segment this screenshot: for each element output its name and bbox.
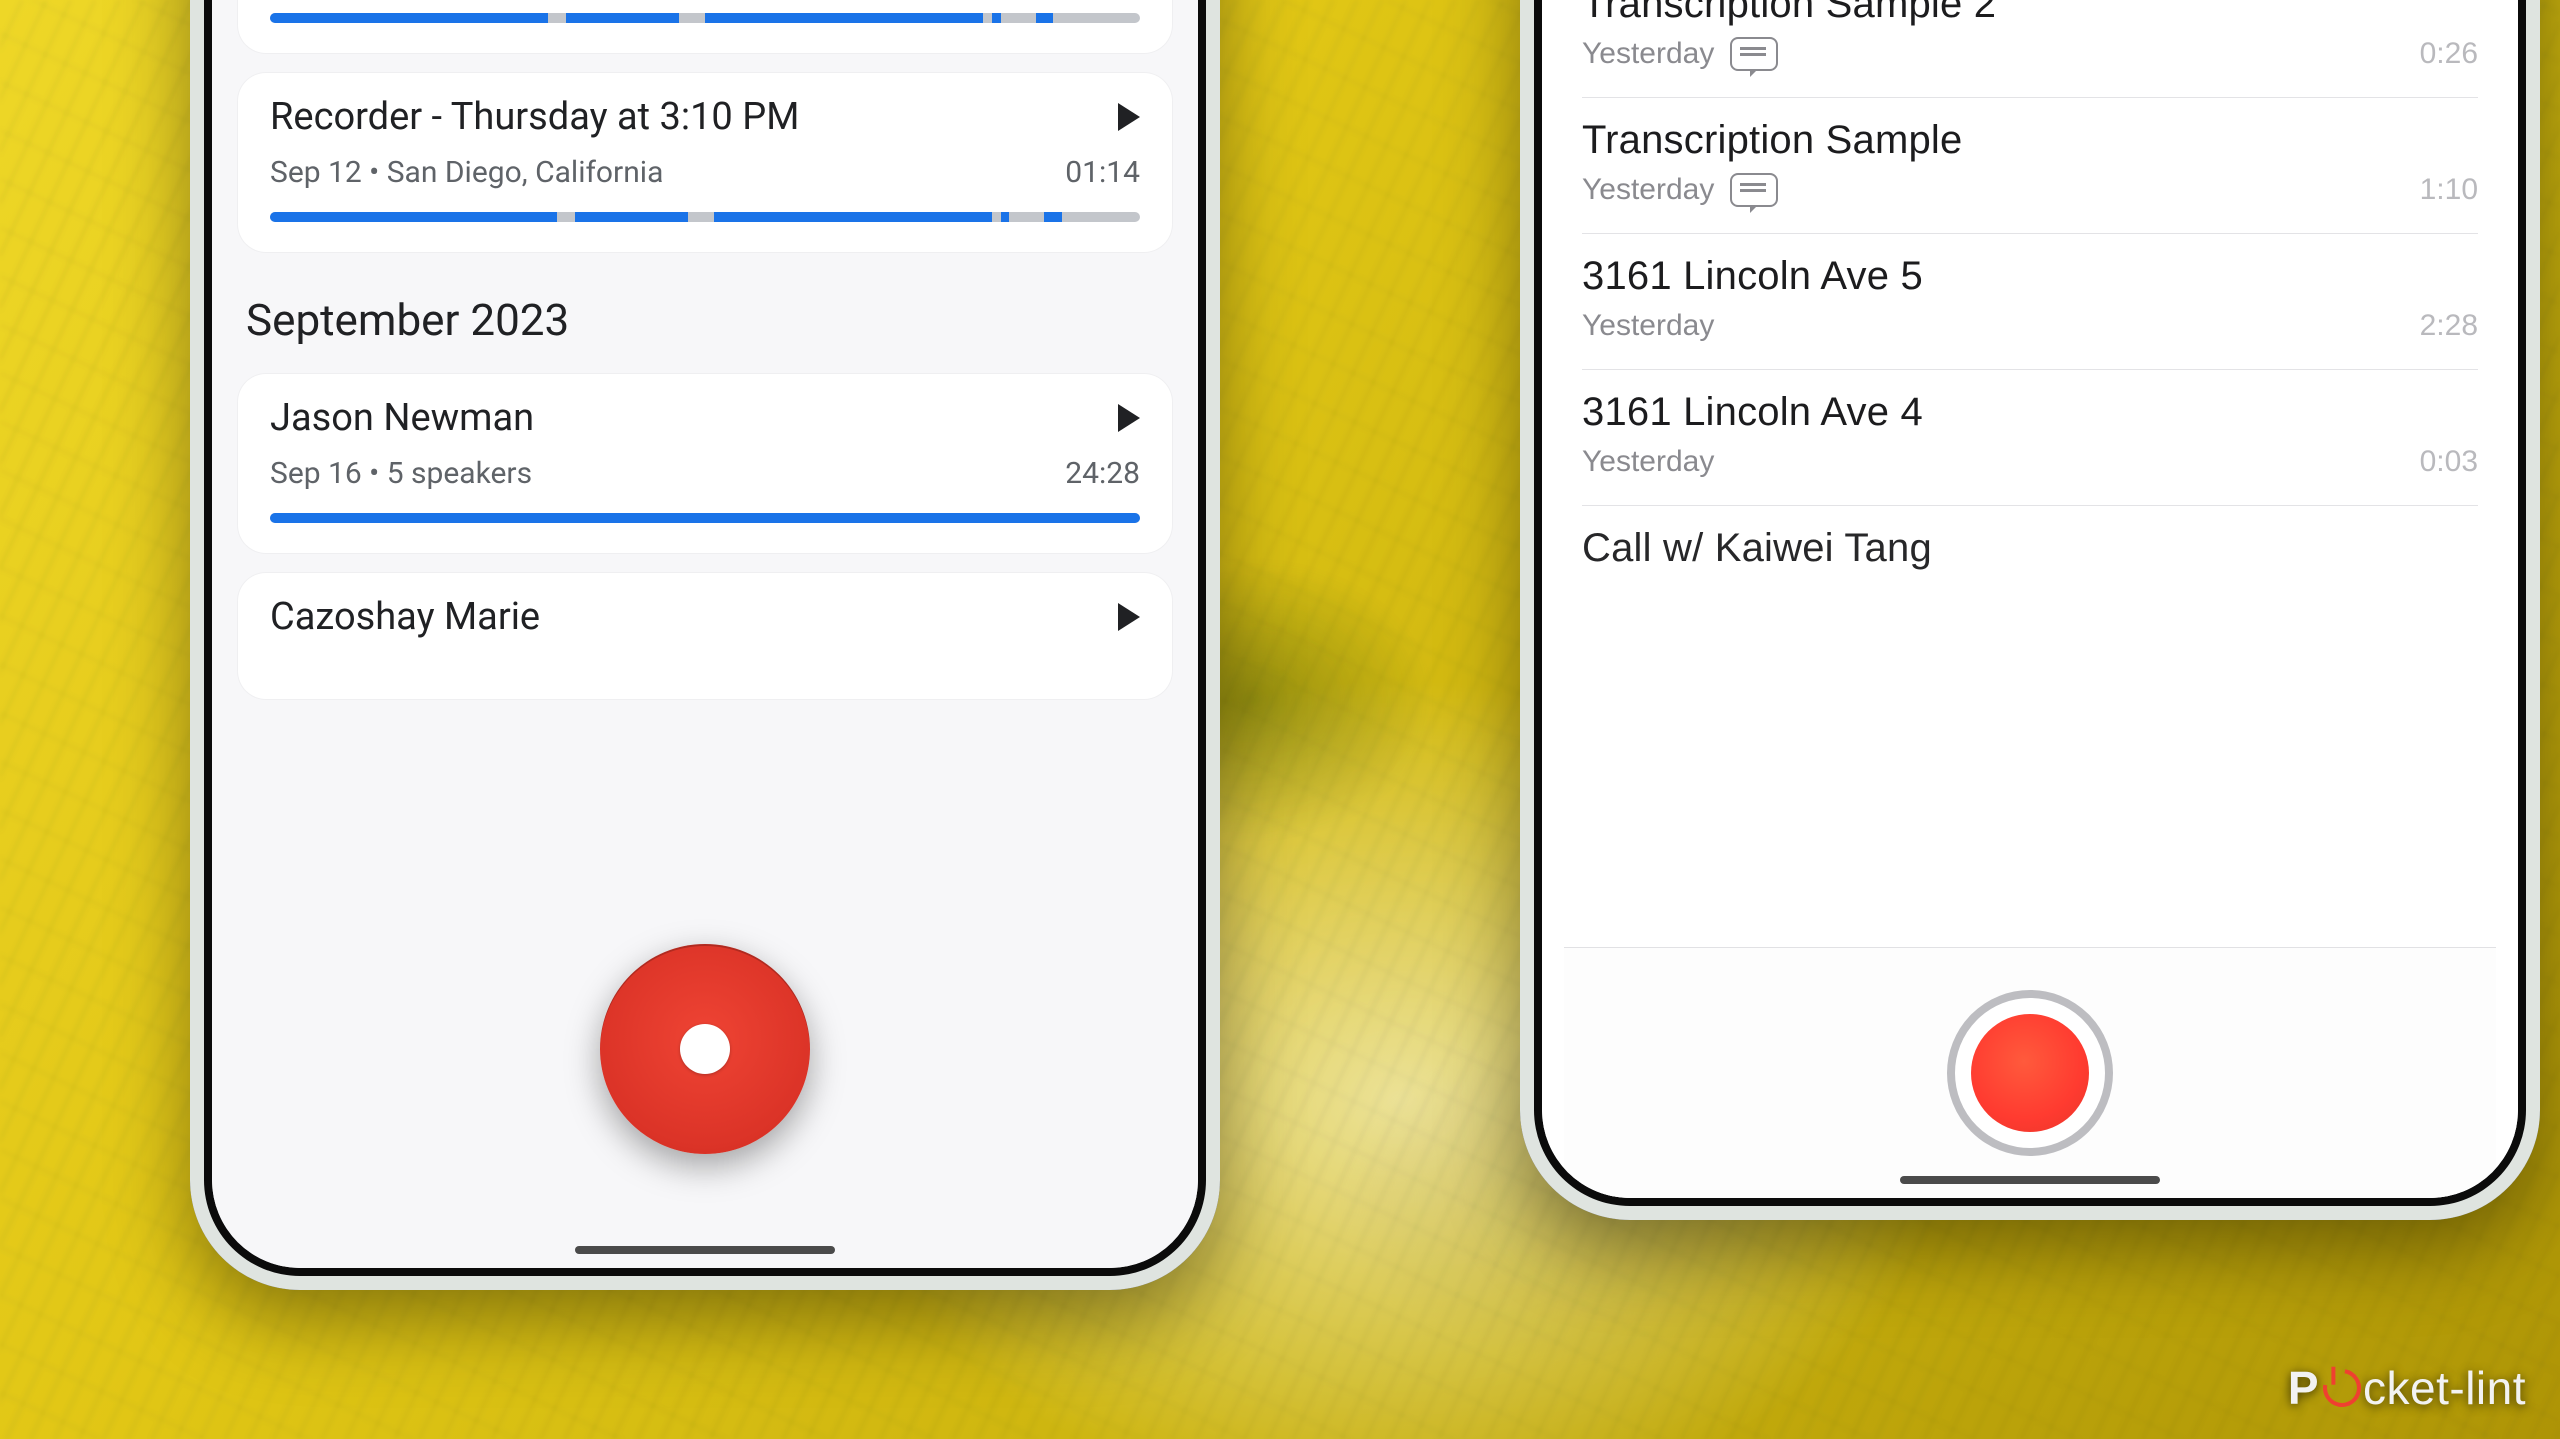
- iphone-frame: Transcription Sample 2Yesterday0:26Trans…: [1520, 0, 2540, 1220]
- memo-title: Call w/ Kaiwei Tang: [1582, 526, 1932, 571]
- recording-duration: 01:14: [1065, 155, 1140, 190]
- record-button[interactable]: [1947, 990, 2113, 1156]
- memo-duration: 1:10: [2420, 173, 2478, 207]
- recording-title: Recorder - Thursday at 3:10 PM: [270, 95, 799, 139]
- recording-title: Cazoshay Marie: [270, 595, 540, 639]
- recording-subtitle: Sep 16 • 5 speakers: [270, 456, 532, 491]
- memo-title: Transcription Sample: [1582, 118, 1962, 163]
- recording-waveform: [270, 212, 1140, 222]
- recording-waveform: [270, 13, 1140, 23]
- section-header: September 2023: [246, 294, 1172, 346]
- recording-title: Jason Newman: [270, 396, 534, 440]
- memo-duration: 2:28: [2420, 309, 2478, 343]
- recording-subtitle: Sep 12 • San Diego, California: [270, 155, 663, 190]
- power-icon: [2316, 1362, 2369, 1415]
- memo-duration: 0:26: [2420, 37, 2478, 71]
- iphone-screen: Transcription Sample 2Yesterday0:26Trans…: [1542, 0, 2518, 1198]
- recording-card[interactable]: Sep 12 • San Diego, California 01:14: [238, 0, 1172, 53]
- record-button[interactable]: [600, 944, 810, 1154]
- play-icon[interactable]: [1118, 404, 1140, 432]
- memo-title: 3161 Lincoln Ave 5: [1582, 254, 1923, 299]
- pixel-phone-frame: Sep 12 • San Diego, California 01:14 Rec…: [190, 0, 1220, 1290]
- memo-row[interactable]: 3161 Lincoln Ave 4 Yesterday 0:03: [1582, 370, 2478, 506]
- pixel-screen: Sep 12 • San Diego, California 01:14 Rec…: [212, 0, 1198, 1268]
- recording-waveform: [270, 513, 1140, 523]
- memo-title: Transcription Sample 2: [1582, 0, 1996, 27]
- memo-row[interactable]: Transcription Sample 2 Yesterday 0:26: [1582, 0, 2478, 98]
- play-icon[interactable]: [1118, 103, 1140, 131]
- recording-duration: 24:28: [1065, 456, 1140, 491]
- transcript-icon: [1730, 37, 1778, 71]
- record-bar: [1564, 947, 2496, 1198]
- play-icon[interactable]: [1118, 603, 1140, 631]
- memo-subtitle: Yesterday: [1582, 173, 1778, 207]
- memo-subtitle: Yesterday: [1582, 309, 1714, 343]
- recording-card[interactable]: Cazoshay Marie: [238, 573, 1172, 699]
- watermark-text: cket-lint: [2363, 1361, 2526, 1415]
- memo-duration: 0:03: [2420, 445, 2478, 479]
- memo-title: 3161 Lincoln Ave 4: [1582, 390, 1923, 435]
- memo-subtitle: Yesterday: [1582, 445, 1714, 479]
- memo-row[interactable]: Call w/ Kaiwei Tang: [1582, 506, 2478, 841]
- memo-row[interactable]: Transcription Sample Yesterday 1:10: [1582, 98, 2478, 234]
- memo-row[interactable]: 3161 Lincoln Ave 5 Yesterday 2:28: [1582, 234, 2478, 370]
- transcript-icon: [1730, 173, 1778, 207]
- recording-card[interactable]: Recorder - Thursday at 3:10 PM Sep 12 • …: [238, 73, 1172, 252]
- pocket-lint-watermark: P cket-lint: [2288, 1361, 2526, 1415]
- record-icon: [1971, 1014, 2089, 1132]
- recording-card[interactable]: Jason Newman Sep 16 • 5 speakers 24:28: [238, 374, 1172, 553]
- home-indicator[interactable]: [1900, 1176, 2160, 1184]
- watermark-text: P: [2288, 1361, 2319, 1415]
- memo-subtitle: Yesterday: [1582, 37, 1778, 71]
- home-indicator[interactable]: [575, 1246, 835, 1254]
